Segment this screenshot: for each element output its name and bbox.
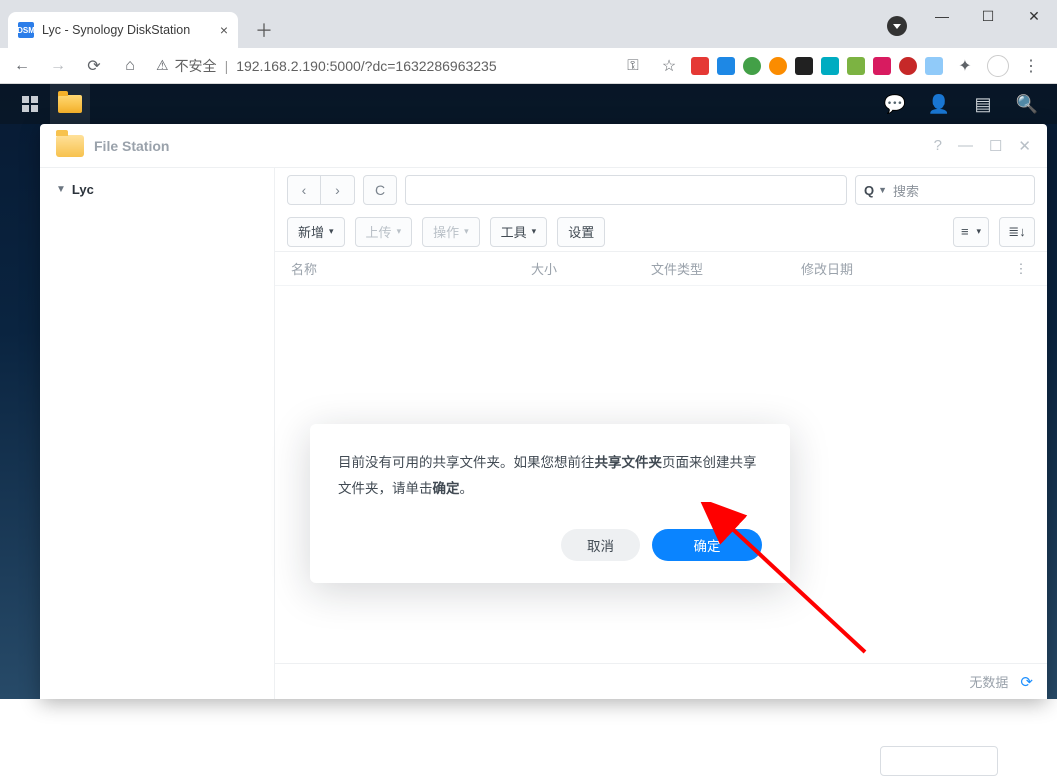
folder-tree-sidebar: ▼ Lyc [40,168,275,699]
new-tab-button[interactable]: ＋ [250,16,278,44]
ok-button[interactable]: 确定 [652,529,762,561]
window-title: File Station [94,138,169,154]
browser-address-bar: ← → ⟳ ⌂ ⚠ 不安全 | 192.168.2.190:5000/?dc=1… [0,48,1057,84]
column-headers: 名称 大小 文件类型 修改日期 ⋮ [275,252,1047,286]
action-button[interactable]: 操作▾ [422,217,480,247]
tab-title: Lyc - Synology DiskStation [42,23,190,37]
extension-icon[interactable] [821,57,839,75]
taskbar-file-station[interactable] [50,84,90,124]
insecure-icon: ⚠ [156,57,169,74]
dsm-user-icon[interactable]: 👤 [919,84,959,124]
col-date[interactable]: 修改日期 [801,259,1011,278]
nav-home-icon[interactable]: ⌂ [116,52,144,80]
status-bar: 无数据 ⟳ [275,663,1047,699]
nav-forward-icon[interactable]: → [44,52,72,80]
new-button[interactable]: 新增▾ [287,217,345,247]
confirm-dialog: 目前没有可用的共享文件夹。如果您想前往共享文件夹页面来创建共享文件夹，请单击确定… [310,424,790,583]
grid-icon [22,96,38,112]
file-station-window: File Station ? — ☐ ✕ ▼ Lyc ‹ › [40,124,1047,699]
nav-back-icon[interactable]: ← [8,52,36,80]
col-menu-icon[interactable]: ⋮ [1011,261,1031,277]
hidden-button [880,746,998,776]
tools-button[interactable]: 工具▾ [490,217,548,247]
window-titlebar[interactable]: File Station ? — ☐ ✕ [40,124,1047,168]
extension-icon[interactable] [769,57,787,75]
window-close[interactable]: ✕ [1011,0,1057,32]
tab-overflow-icon[interactable] [887,16,907,36]
nav-back-button[interactable]: ‹ [287,175,321,205]
browser-tab-strip: DSM Lyc - Synology DiskStation × ＋ — ☐ ✕ [0,0,1057,48]
dsm-chat-icon[interactable]: 💬 [875,84,915,124]
dsm-favicon: DSM [18,22,34,38]
extension-icon[interactable] [691,57,709,75]
nav-reload-icon[interactable]: ⟳ [80,52,108,80]
extension-icon[interactable] [717,57,735,75]
sort-button[interactable]: ≣↓ [999,217,1035,247]
window-minimize[interactable]: — [919,0,965,32]
extension-icon[interactable] [899,57,917,75]
settings-button[interactable]: 设置 [557,217,605,247]
nav-forward-button[interactable]: › [321,175,355,205]
profile-avatar-icon[interactable] [987,55,1009,77]
col-size[interactable]: 大小 [531,259,651,278]
url-display[interactable]: ⚠ 不安全 | 192.168.2.190:5000/?dc=163228696… [156,56,497,76]
search-icon: Q [864,183,874,198]
extension-icon[interactable] [925,57,943,75]
dsm-taskbar: 💬 👤 ▤ 🔍 [0,84,1057,124]
nav-refresh-button[interactable]: C [363,175,397,205]
chevron-down-icon: ▼ [878,185,887,195]
dsm-main-menu[interactable] [10,84,50,124]
cancel-button[interactable]: 取消 [561,529,640,561]
browser-tab[interactable]: DSM Lyc - Synology DiskStation × [8,12,238,48]
extensions-puzzle-icon[interactable]: ✦ [951,52,979,80]
folder-icon [56,135,84,157]
upload-button[interactable]: 上传▾ [355,217,413,247]
key-icon[interactable]: ⚿ [619,52,647,80]
extension-icon[interactable] [743,57,761,75]
window-help-icon[interactable]: ? [934,137,942,155]
url-text: 192.168.2.190:5000/?dc=1632286963235 [236,58,496,74]
tab-close-icon[interactable]: × [220,22,228,38]
dsm-desktop: 💬 👤 ▤ 🔍 File Station ? — ☐ ✕ ▼ Lyc [0,84,1057,699]
insecure-label: 不安全 [175,56,217,76]
tree-root-node[interactable]: ▼ Lyc [56,182,258,197]
path-input[interactable] [405,175,847,205]
col-type[interactable]: 文件类型 [651,259,801,278]
window-maximize[interactable]: ☐ [965,0,1011,32]
dialog-message: 目前没有可用的共享文件夹。如果您想前往共享文件夹页面来创建共享文件夹，请单击确定… [338,450,762,501]
window-close-icon[interactable]: ✕ [1018,137,1031,155]
dsm-search-icon[interactable]: 🔍 [1007,84,1047,124]
search-placeholder: 搜索 [893,181,919,200]
extension-icon[interactable] [847,57,865,75]
window-minimize-icon[interactable]: — [958,137,973,155]
window-controls: — ☐ ✕ [919,0,1057,32]
dsm-widgets-icon[interactable]: ▤ [963,84,1003,124]
status-text: 无数据 [969,672,1008,691]
view-list-button[interactable]: ≡ ▾ [953,217,989,247]
folder-icon [58,95,82,113]
extension-icon[interactable] [795,57,813,75]
extension-icon[interactable] [873,57,891,75]
window-maximize-icon[interactable]: ☐ [989,137,1002,155]
tree-node-label: Lyc [72,182,94,197]
browser-menu-icon[interactable]: ⋮ [1017,52,1045,80]
star-icon[interactable]: ☆ [655,52,683,80]
status-reload-icon[interactable]: ⟳ [1020,673,1033,691]
caret-down-icon: ▼ [56,184,66,195]
path-nav-bar: ‹ › C Q ▼ 搜索 [275,168,1047,212]
col-name[interactable]: 名称 [291,259,531,278]
browser-toolbar-right: ⚿ ☆ ✦ ⋮ [619,52,1049,80]
search-input[interactable]: Q ▼ 搜索 [855,175,1035,205]
file-toolbar: 新增▾ 上传▾ 操作▾ 工具▾ 设置 ≡ ▾ ≣↓ [275,212,1047,252]
